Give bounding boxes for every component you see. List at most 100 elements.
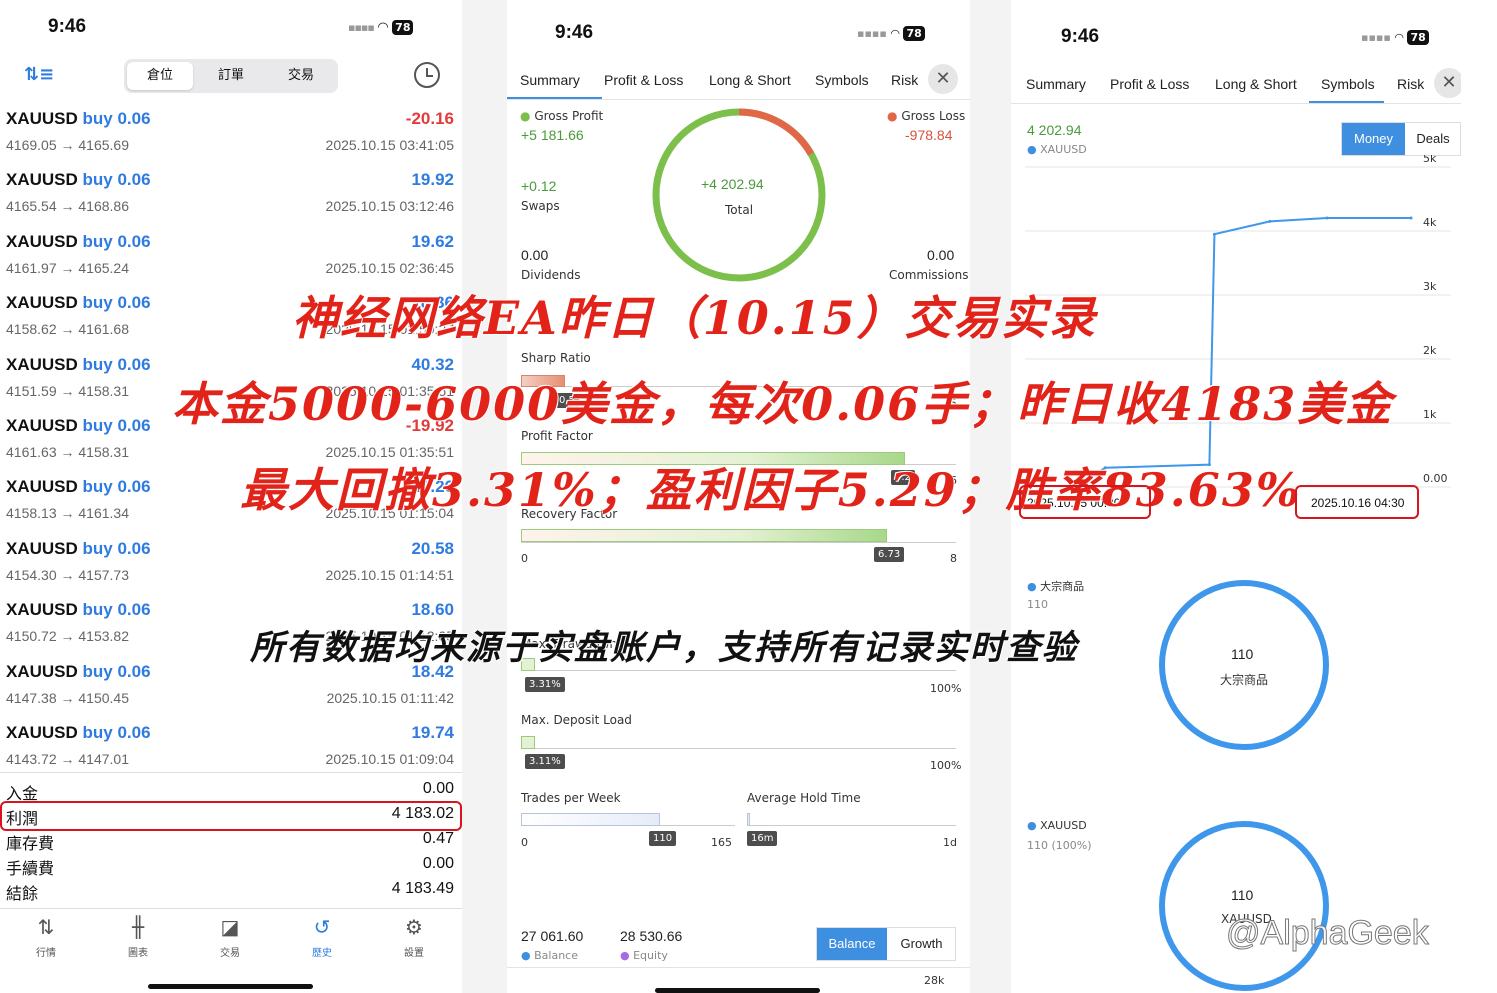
tab-long-short[interactable]: Long & Short bbox=[1215, 76, 1297, 92]
y-tick-label: 2k bbox=[1423, 344, 1437, 357]
trade-prices: 4143.72 → 4147.01 bbox=[6, 751, 129, 767]
battery-icon: 78 bbox=[903, 26, 925, 41]
trade-row[interactable]: XAUUSD buy 0.06 19.74 4143.72 → 4147.01 202… bbox=[0, 717, 462, 778]
trade-row[interactable]: XAUUSD buy 0.06 19.92 4165.54 → 4168.86 202… bbox=[0, 164, 462, 225]
dl-track bbox=[521, 748, 956, 749]
dividends-value: 0.00 bbox=[521, 247, 549, 263]
trade-prices: 4154.30 → 4157.73 bbox=[6, 566, 129, 583]
trade-prices: 4161.63 → 4158.31 bbox=[6, 444, 129, 460]
category-legend: ● 大宗商品 bbox=[1027, 580, 1085, 593]
history-segment: 倉位 訂單 交易 bbox=[124, 59, 338, 93]
trade-prices: 4147.38 → 4150.45 bbox=[6, 689, 129, 706]
profit-series-line bbox=[1074, 217, 1411, 488]
status-icons: ▪▪▪▪ ◠ 78 bbox=[857, 26, 925, 41]
nav-settings[interactable]: ⚙ 設置 bbox=[384, 914, 444, 959]
tab-profit-loss[interactable]: Profit & Loss bbox=[1110, 76, 1189, 92]
dd-max: 100% bbox=[930, 682, 962, 695]
summary-label: 結餘 bbox=[6, 886, 39, 903]
y-tick-label: 1k bbox=[1423, 408, 1437, 421]
signal-icon: ▪▪▪▪ bbox=[348, 21, 375, 34]
summary-value: 4 183.49 bbox=[391, 880, 454, 897]
summary-divider bbox=[0, 772, 462, 773]
category-count: 110 bbox=[1027, 598, 1048, 611]
trade-direction: buy 0.06 bbox=[82, 723, 151, 742]
summary-row: 庫存費 0.47 bbox=[0, 828, 462, 853]
tab-orders[interactable]: 訂單 bbox=[196, 62, 266, 90]
trade-prices: 4151.59 → 4158.31 bbox=[6, 382, 129, 399]
trade-row[interactable]: XAUUSD buy 0.06 19.62 4161.97 → 4165.24 202… bbox=[0, 226, 462, 287]
dd-marker: 3.31% bbox=[525, 677, 565, 692]
trade-symbol: XAUUSD buy 0.06 bbox=[6, 109, 151, 128]
history-icon: ↺ bbox=[313, 915, 331, 939]
trade-pnl: 19.92 bbox=[411, 170, 454, 190]
trades-per-week-label: Trades per Week bbox=[521, 791, 621, 805]
tab-summary[interactable]: Summary bbox=[1026, 76, 1086, 92]
trade-datetime: 2025.10.15 01:09:04 bbox=[325, 751, 454, 767]
signal-icon: ▪▪▪▪ bbox=[1361, 31, 1391, 44]
nav-chart[interactable]: ╫ 圖表 bbox=[108, 914, 168, 959]
tab-summary[interactable]: Summary bbox=[520, 72, 580, 88]
nav-quotes[interactable]: ⇅ 行情 bbox=[16, 914, 76, 959]
growth-button[interactable]: Growth bbox=[887, 928, 956, 960]
category-arc bbox=[1159, 580, 1329, 750]
equity-value: 28 530.66 bbox=[620, 928, 683, 944]
trade-datetime: 2025.10.15 03:12:46 bbox=[325, 198, 454, 215]
tab-positions[interactable]: 倉位 bbox=[127, 62, 193, 90]
headline-2: 本金5000-6000美金，每次0.06手；昨日收4183美金 bbox=[172, 377, 1394, 431]
tab-risk[interactable]: Risk bbox=[891, 72, 918, 88]
nav-trade[interactable]: ◪ 交易 bbox=[200, 914, 260, 959]
quotes-icon: ⇅ bbox=[37, 915, 55, 939]
trade-pnl: 18.60 bbox=[411, 600, 454, 620]
clock-icon[interactable] bbox=[414, 62, 440, 88]
trade-symbol: XAUUSD buy 0.06 bbox=[6, 170, 151, 190]
category-donut bbox=[1159, 580, 1329, 750]
trade-symbol: XAUUSD buy 0.06 bbox=[6, 477, 151, 497]
y-tick-label: 0.00 bbox=[1423, 472, 1448, 485]
dl-fill bbox=[521, 736, 535, 749]
status-icons: ▪▪▪▪ ◠ 78 bbox=[1361, 30, 1429, 45]
total-label: Total bbox=[725, 203, 754, 217]
wifi-icon: ◠ bbox=[377, 20, 389, 35]
tab-symbols[interactable]: Symbols bbox=[815, 72, 869, 88]
profit-loss-donut bbox=[652, 108, 826, 282]
trade-chart-icon: ◪ bbox=[220, 915, 240, 939]
tab-symbols[interactable]: Symbols bbox=[1321, 76, 1375, 92]
nav-divider bbox=[0, 908, 462, 909]
tab-profit-loss[interactable]: Profit & Loss bbox=[604, 72, 683, 88]
trade-symbol: XAUUSD buy 0.06 bbox=[6, 293, 151, 313]
y-tick-label: 3k bbox=[1423, 280, 1437, 293]
trade-direction: buy 0.06 bbox=[82, 416, 151, 435]
deals-button[interactable]: Deals bbox=[1405, 123, 1461, 155]
sharp-ratio-label: Sharp Ratio bbox=[521, 351, 591, 365]
close-icon[interactable]: ✕ bbox=[1434, 68, 1461, 98]
data-point bbox=[1212, 232, 1216, 236]
trade-pnl: 19.62 bbox=[411, 231, 454, 251]
trade-row[interactable]: XAUUSD buy 0.06 -20.16 4169.05 → 4165.69 20… bbox=[0, 103, 462, 164]
avg-hold-time-label: Average Hold Time bbox=[747, 791, 861, 805]
start-date-highlight-box bbox=[1019, 485, 1151, 519]
balance-legend: ● Balance bbox=[521, 949, 578, 962]
dl-marker: 3.11% bbox=[525, 754, 565, 769]
nav-history[interactable]: ↺ 歷史 bbox=[292, 914, 352, 959]
status-time: 9:46 bbox=[1061, 26, 1100, 47]
tab-long-short[interactable]: Long & Short bbox=[709, 72, 791, 88]
trade-direction: buy 0.06 bbox=[82, 109, 151, 128]
close-icon[interactable]: ✕ bbox=[928, 64, 958, 94]
sort-icon[interactable]: ⇅≡ bbox=[24, 64, 54, 85]
trade-direction: buy 0.06 bbox=[82, 170, 151, 190]
status-time: 9:46 bbox=[555, 22, 594, 43]
money-button[interactable]: Money bbox=[1342, 123, 1405, 155]
trade-row[interactable]: XAUUSD buy 0.06 20.58 4154.30 → 4157.73 202… bbox=[0, 533, 462, 594]
balance-button[interactable]: Balance bbox=[817, 928, 887, 960]
tab-risk[interactable]: Risk bbox=[1397, 76, 1424, 92]
tab-deals[interactable]: 交易 bbox=[266, 62, 336, 90]
summary-row: 入金 0.00 bbox=[0, 778, 462, 803]
money-deals-toggle: Money Deals bbox=[1341, 122, 1461, 156]
rf-min: 0 bbox=[521, 552, 528, 565]
gross-loss-arc bbox=[738, 108, 815, 156]
trade-symbol: XAUUSD buy 0.06 bbox=[6, 538, 151, 558]
summary-label: 庫存費 bbox=[6, 836, 55, 853]
trade-direction: buy 0.06 bbox=[82, 600, 151, 620]
trade-symbol: XAUUSD buy 0.06 bbox=[6, 416, 151, 435]
summary-value: 0.47 bbox=[422, 830, 454, 847]
